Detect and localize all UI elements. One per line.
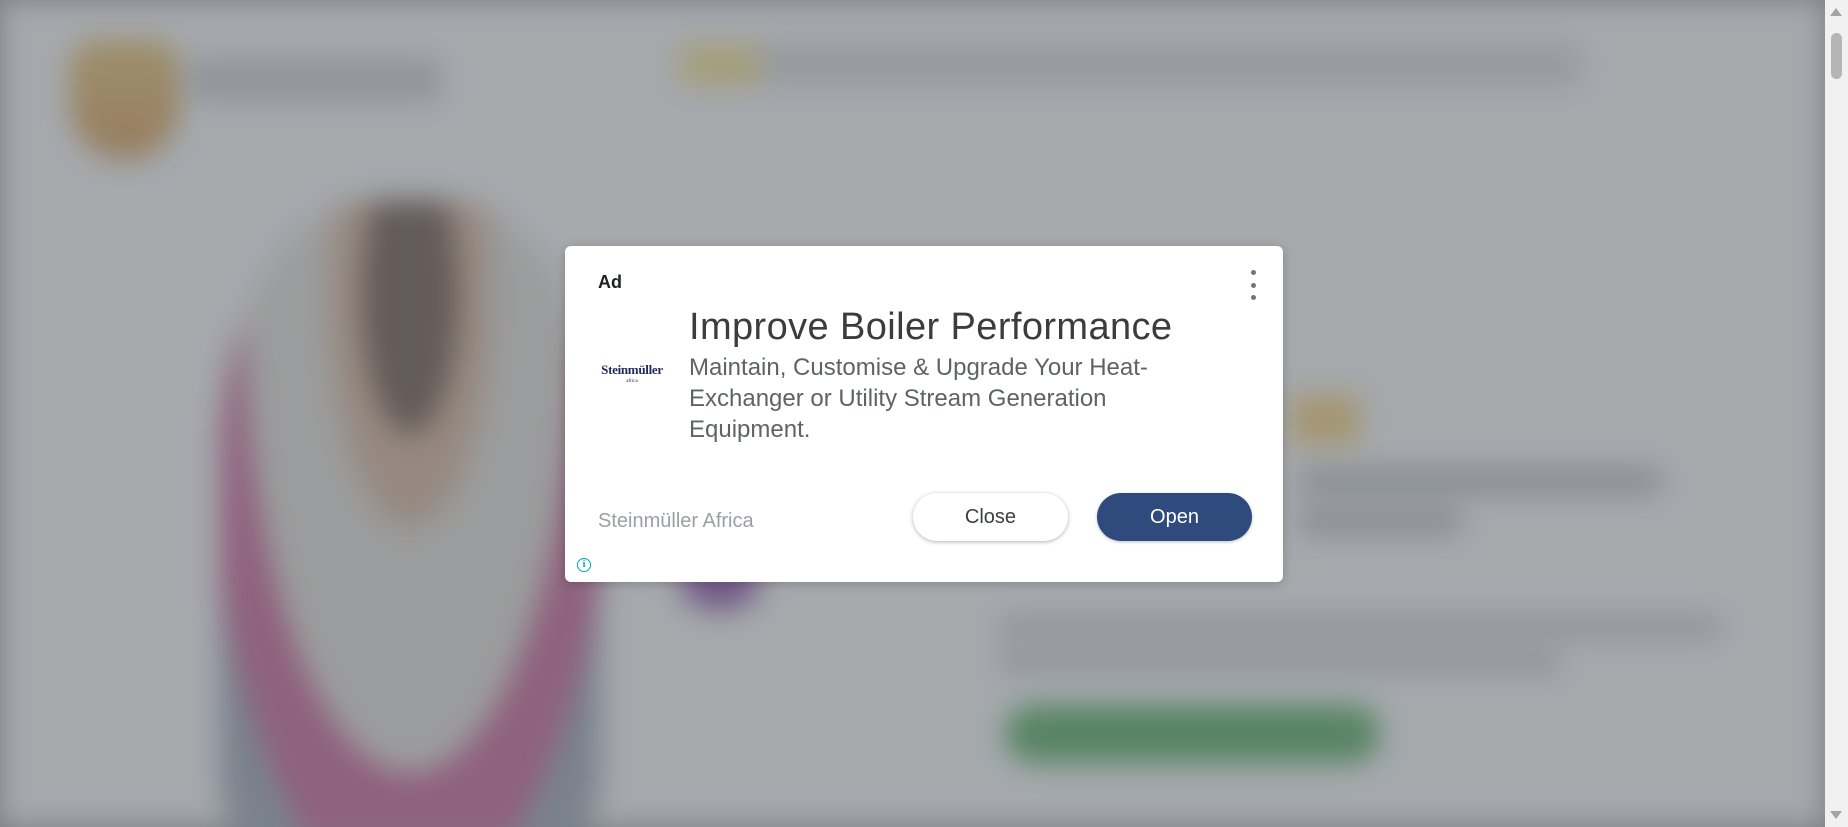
menu-dot [1250, 282, 1256, 288]
advertiser-logo-text: Steinmüller [601, 362, 663, 377]
more-vert-icon[interactable] [1248, 270, 1258, 300]
info-glyph: i [582, 559, 586, 570]
ad-label: Ad [598, 272, 622, 292]
vertical-scrollbar[interactable] [1825, 0, 1848, 827]
ad-body-text: Maintain, Customise & Upgrade Your Heat-… [689, 354, 1148, 443]
menu-dot [1250, 270, 1256, 275]
close-button[interactable]: Close [913, 493, 1068, 541]
scroll-down-arrow-icon[interactable] [1830, 811, 1842, 819]
scroll-up-arrow-icon[interactable] [1830, 8, 1842, 16]
ad-dialog: Ad Steinmüller africa Improve Boiler Per… [565, 246, 1283, 582]
advertiser-logo[interactable]: Steinmüller africa [599, 362, 665, 392]
advertiser-logo-subtext: africa [626, 379, 638, 384]
browser-viewport: Ad Steinmüller africa Improve Boiler Per… [0, 0, 1848, 827]
menu-dot [1250, 295, 1256, 300]
scroll-thumb[interactable] [1831, 33, 1842, 79]
open-button[interactable]: Open [1097, 493, 1252, 541]
ad-advertiser-name[interactable]: Steinmüller Africa [598, 510, 754, 533]
info-icon[interactable]: i [577, 558, 591, 572]
ad-headline[interactable]: Improve Boiler Performance [689, 306, 1249, 349]
